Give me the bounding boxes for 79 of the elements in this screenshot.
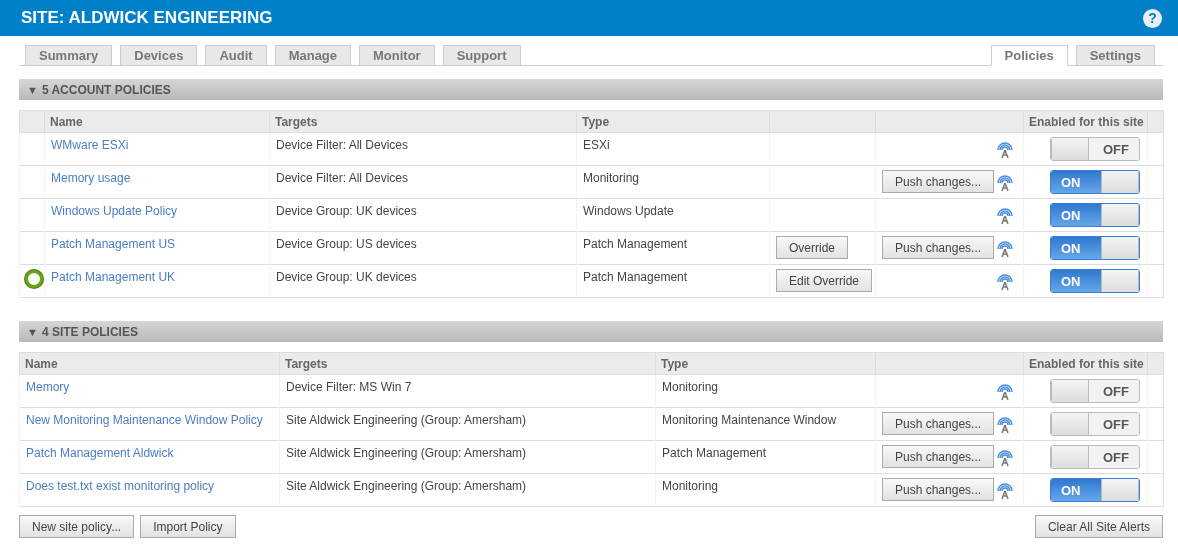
- clear-alerts-button[interactable]: Clear All Site Alerts: [1034, 515, 1163, 538]
- enabled-toggle[interactable]: ON: [1050, 236, 1140, 260]
- table-cell-text: Patch Management: [662, 445, 768, 460]
- enabled-toggle[interactable]: OFF: [1050, 379, 1140, 403]
- tab[interactable]: Monitor: [359, 45, 435, 65]
- table-cell-text: Monitoring: [662, 379, 720, 394]
- enabled-toggle[interactable]: OFF: [1050, 412, 1140, 436]
- push-changes-button[interactable]: Push changes...: [882, 445, 995, 468]
- table-cell-text: Device Filter: All Devices: [276, 137, 410, 152]
- table-cell-text: Monitoring Maintenance Window: [662, 412, 838, 427]
- enabled-toggle[interactable]: ON: [1050, 478, 1140, 502]
- policy-link[interactable]: Memory: [26, 375, 70, 394]
- antenna-icon[interactable]: [997, 482, 1013, 500]
- column-header: Enabled for this site: [1023, 110, 1148, 133]
- table-cell-text: Patch Management: [583, 269, 689, 284]
- collapse-icon[interactable]: ▼: [27, 83, 38, 96]
- column-header: Type: [576, 110, 770, 133]
- push-changes-button[interactable]: Push changes...: [882, 170, 995, 193]
- section-header[interactable]: ▼ 4 SITE POLICIES: [19, 321, 1163, 342]
- table-cell-text: Site Aldwick Engineering (Group: Amersham): [286, 445, 528, 460]
- section-title: 5 ACCOUNT POLICIES: [41, 82, 171, 97]
- policy-link[interactable]: Patch Management US: [51, 232, 176, 251]
- collapse-icon[interactable]: ▼: [27, 325, 38, 338]
- tab[interactable]: Policies: [990, 45, 1068, 66]
- enabled-toggle[interactable]: OFF: [1050, 137, 1140, 161]
- table-cell-text: Monitoring: [662, 478, 720, 493]
- push-changes-button[interactable]: Push changes...: [882, 236, 995, 259]
- policy-link[interactable]: Memory usage: [51, 166, 131, 185]
- tab[interactable]: Audit: [205, 45, 267, 65]
- help-icon[interactable]: ?: [1143, 8, 1162, 28]
- table-cell-text: Site Aldwick Engineering (Group: Amersham): [286, 478, 528, 493]
- enabled-toggle[interactable]: ON: [1050, 170, 1140, 194]
- push-changes-button[interactable]: Push changes...: [882, 478, 995, 501]
- policy-link[interactable]: Patch Management UK: [51, 265, 176, 284]
- section-title: 4 SITE POLICIES: [41, 324, 138, 339]
- tab[interactable]: Summary: [25, 45, 113, 65]
- enabled-toggle[interactable]: ON: [1050, 269, 1140, 293]
- column-header: Type: [655, 352, 876, 375]
- antenna-icon[interactable]: [997, 383, 1013, 401]
- table-cell-text: Device Filter: All Devices: [276, 170, 410, 185]
- column-header: Enabled for this site: [1023, 352, 1148, 375]
- policy-link[interactable]: WMware ESXi: [51, 133, 129, 152]
- table-cell-text: Device Group: UK devices: [276, 203, 418, 218]
- tab[interactable]: Manage: [274, 45, 352, 65]
- override-button[interactable]: Override: [776, 236, 848, 259]
- policy-link[interactable]: New Monitoring Maintenance Window Policy: [26, 408, 263, 427]
- antenna-icon[interactable]: [997, 240, 1013, 258]
- enabled-toggle[interactable]: OFF: [1050, 445, 1140, 469]
- table-cell-text: Device Filter: MS Win 7: [286, 379, 413, 394]
- override-button[interactable]: Edit Override: [776, 269, 873, 292]
- push-changes-button[interactable]: Push changes...: [882, 412, 995, 435]
- tab[interactable]: Support: [442, 45, 521, 65]
- policy-link[interactable]: Patch Management Aldwick: [26, 441, 174, 460]
- antenna-icon[interactable]: [997, 273, 1013, 291]
- antenna-icon[interactable]: [997, 174, 1013, 192]
- policy-link[interactable]: Windows Update Policy: [51, 199, 178, 218]
- table-cell-text: Windows Update: [583, 203, 675, 218]
- antenna-icon[interactable]: [997, 141, 1013, 159]
- antenna-icon[interactable]: [997, 449, 1013, 467]
- section-header[interactable]: ▼ 5 ACCOUNT POLICIES: [19, 79, 1163, 100]
- table-cell-text: Device Group: US devices: [276, 236, 418, 251]
- footer-button[interactable]: Import Policy: [140, 515, 236, 538]
- table-cell-text: Patch Management: [583, 236, 689, 251]
- tab[interactable]: Settings: [1075, 45, 1155, 65]
- footer-button[interactable]: New site policy...: [19, 515, 135, 538]
- table-cell-text: Monitoring: [583, 170, 641, 185]
- page-title: SITE: ALDWICK ENGINEERING: [21, 8, 273, 28]
- antenna-icon[interactable]: [997, 207, 1013, 225]
- table-cell-text: ESXi: [583, 137, 611, 152]
- tab[interactable]: Devices: [120, 45, 198, 65]
- policy-link[interactable]: Does test.txt exist monitoring policy: [26, 474, 215, 493]
- column-header: Targets: [279, 352, 656, 375]
- column-header: Targets: [269, 110, 577, 133]
- column-header: Name: [19, 352, 280, 375]
- column-header: Name: [44, 110, 270, 133]
- table-cell-text: Device Group: UK devices: [276, 269, 418, 284]
- table-cell-text: Site Aldwick Engineering (Group: Amersham): [286, 412, 528, 427]
- antenna-icon[interactable]: [997, 416, 1013, 434]
- enabled-toggle[interactable]: ON: [1050, 203, 1140, 227]
